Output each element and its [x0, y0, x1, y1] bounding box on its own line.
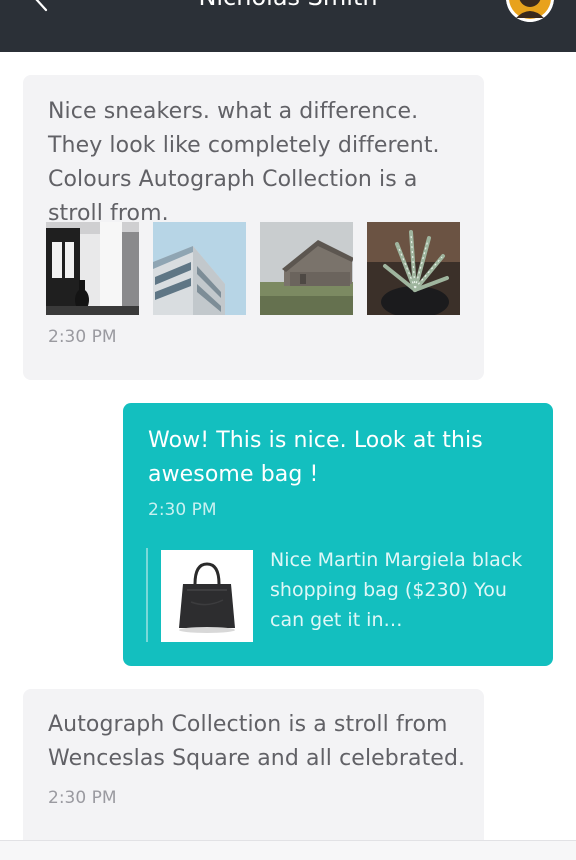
message-timestamp: 2:30 PM: [48, 788, 117, 808]
attachment-building-photo[interactable]: [153, 222, 246, 315]
message-bubble-incoming[interactable]: Nice sneakers. what a difference. They l…: [23, 75, 484, 380]
product-bag-image[interactable]: [161, 550, 253, 642]
message-bubble-outgoing[interactable]: Wow! This is nice. Look at this awesome …: [123, 403, 553, 666]
message-text: Wow! This is nice. Look at this awesome …: [148, 428, 483, 487]
quote-divider: [146, 548, 148, 642]
message-text: Autograph Collection is a stroll from We…: [48, 712, 466, 771]
attachment-interior-photo[interactable]: [46, 222, 139, 315]
contact-avatar[interactable]: [506, 0, 554, 22]
composer-bar[interactable]: [0, 840, 576, 860]
message-timestamp: 2:30 PM: [48, 327, 117, 347]
chat-header: Nicholas Smith: [0, 0, 576, 52]
message-text: Nice sneakers. what a difference. They l…: [48, 99, 440, 226]
attachment-plant-photo[interactable]: [367, 222, 460, 315]
message-bubble-incoming[interactable]: Autograph Collection is a stroll from We…: [23, 689, 484, 849]
image-attachments: [46, 222, 466, 315]
attachment-barn-photo[interactable]: [260, 222, 353, 315]
message-timestamp: 2:30 PM: [148, 500, 217, 520]
contact-name: Nicholas Smith: [0, 0, 576, 12]
product-description[interactable]: Nice Martin Margiela black shopping bag …: [270, 545, 540, 635]
